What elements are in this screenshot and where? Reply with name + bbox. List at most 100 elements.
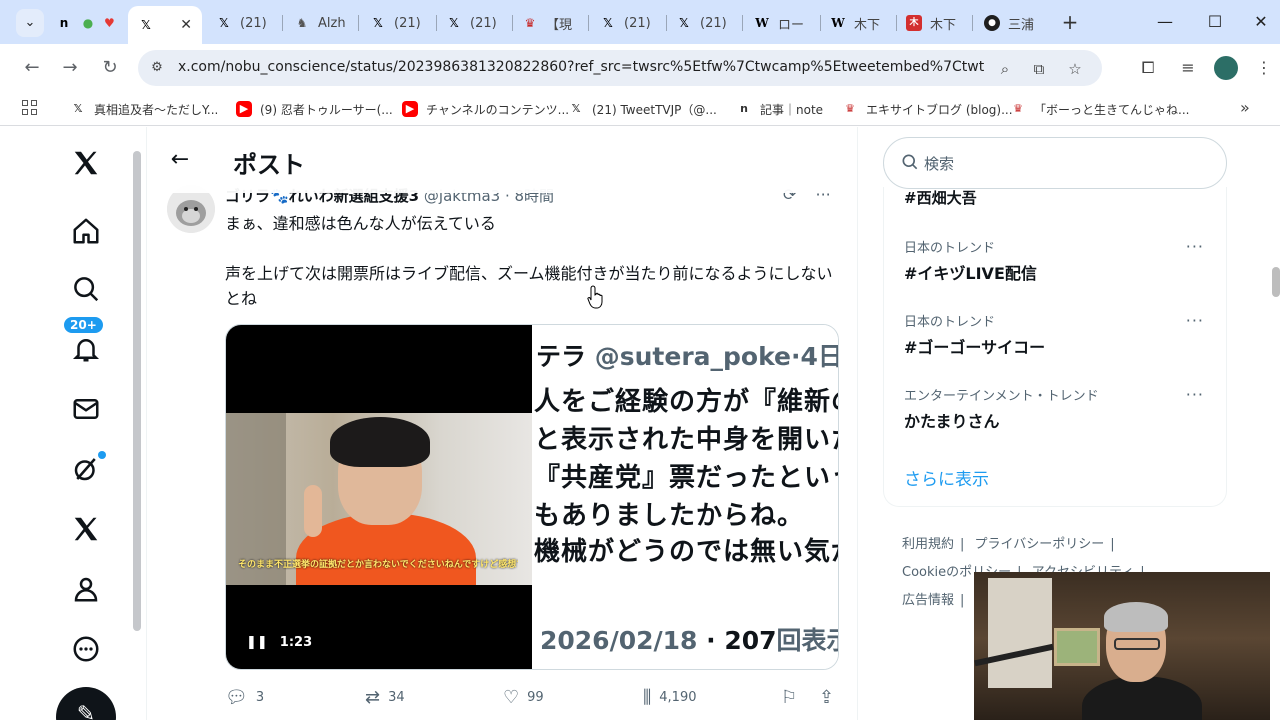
home-icon[interactable]	[56, 205, 116, 257]
search-box[interactable]: 検索	[883, 137, 1227, 189]
close-tab-icon[interactable]: ✕	[180, 17, 192, 33]
tab-label: 木下	[930, 17, 957, 33]
bookmark-item[interactable]: n 記事｜note	[736, 100, 823, 118]
maximize-button[interactable]: ☐	[1200, 9, 1230, 35]
tab-x-5[interactable]: 𝕏 (21)	[446, 8, 506, 38]
explore-search-icon[interactable]	[56, 263, 116, 315]
bookmark-item[interactable]: 𝕏 真相追及者〜ただしY...	[70, 100, 219, 118]
terms-link[interactable]: 利用規約	[902, 537, 954, 552]
left-scrollbar[interactable]	[132, 135, 142, 720]
right-scrollbar-thumb[interactable]	[1272, 267, 1280, 297]
note-icon: n	[740, 102, 748, 115]
reply-button[interactable]: 💬︎ 3	[225, 687, 264, 708]
tab-wikipedia-2[interactable]: W 木下	[830, 8, 890, 38]
scrollbar-thumb[interactable]	[133, 151, 141, 631]
tab-x-2[interactable]: 𝕏 (21)	[216, 8, 276, 38]
note-icon: n	[59, 16, 69, 30]
bookmark-item[interactable]: ▶ (9) 忍者トゥルーサー(...	[236, 100, 393, 118]
new-tab-button[interactable]: +	[1058, 10, 1082, 34]
forward-button[interactable]: →	[58, 56, 82, 80]
video-player[interactable]: そのまま不正選挙の証拠だとか言わないでくださいねんですけど感想ですよ ❚❚ 1:…	[226, 325, 532, 669]
tab-alzh[interactable]: ♞ Alzh	[294, 8, 354, 38]
bookmark-star-icon[interactable]: ☆	[1064, 58, 1086, 80]
profile-icon[interactable]	[56, 563, 116, 615]
notifications-bell-icon[interactable]: 20+	[56, 315, 116, 375]
bookmark-item[interactable]: 𝕏 (21) TweetTVJP（@...	[568, 100, 717, 118]
bookmark-label: エキサイトブログ (blog)...	[866, 102, 1013, 117]
privacy-link[interactable]: プライバシーポリシー	[975, 537, 1105, 552]
tab-x-7[interactable]: 𝕏 (21)	[600, 8, 660, 38]
minimize-button[interactable]: —	[1150, 9, 1180, 35]
ads-info-link[interactable]: 広告情報	[902, 593, 954, 608]
site-settings-icon[interactable]: ⚙	[148, 59, 166, 77]
youtube-icon: ▶	[402, 101, 418, 117]
tab-separator	[588, 15, 589, 31]
tweet-text-line1: まぁ、違和感は色んな人が伝えている	[225, 214, 496, 233]
bookmark-item[interactable]: ▶ チャンネルのコンテンツ...	[402, 100, 569, 118]
repost-count: 34	[388, 690, 405, 705]
webcam-glasses	[1114, 638, 1160, 650]
grok-icon[interactable]	[56, 443, 116, 495]
messages-icon[interactable]	[56, 383, 116, 435]
frog-icon: ●	[82, 16, 94, 30]
quote-separator: ·	[706, 626, 716, 655]
bookmark-button[interactable]: ⚐	[781, 687, 797, 708]
heart-icon: ♡	[503, 687, 520, 708]
bookmark-item[interactable]: ♛ エキサイトブログ (blog)...	[842, 100, 1013, 118]
tweet-text-line2: 声を上げて次は開票所はライブ配信、ズーム機能付きが当たり前になるようにしないとね	[225, 264, 833, 308]
tab-github[interactable]: ● 三浦	[984, 8, 1044, 38]
quote-views: 207	[724, 626, 777, 655]
apps-grid-icon[interactable]	[22, 100, 40, 118]
trend-item[interactable]: エンターテインメント・トレンド かたまりさん ···	[904, 385, 1214, 437]
trend-item[interactable]: 日本のトレンド #イキヅLIVE配信 ···	[904, 237, 1214, 289]
tab-excite[interactable]: ♛ 【現	[522, 8, 582, 38]
reply-count: 3	[255, 690, 265, 705]
footer-separator: |	[960, 537, 965, 552]
media-card[interactable]: そのまま不正選挙の証拠だとか言わないでくださいねんですけど感想ですよ ❚❚ 1:…	[225, 324, 839, 670]
more-options-icon[interactable]	[56, 623, 116, 675]
browser-toolbar: ← → ↻ ⚙ x.com/nobu_conscience/status/202…	[0, 44, 1280, 92]
trend-partial[interactable]: #西畑大吾	[904, 187, 977, 208]
x-icon: 𝕏	[679, 16, 689, 30]
show-more-link[interactable]: さらに表示	[904, 465, 989, 490]
tab-wikipedia-1[interactable]: W ロー	[754, 8, 814, 38]
like-button[interactable]: ♡ 99	[503, 687, 544, 708]
media-control-icon[interactable]: ≡	[1176, 56, 1200, 80]
close-window-button[interactable]: ✕	[1246, 9, 1276, 35]
views-button[interactable]: ⫼ 4,190	[643, 687, 697, 708]
trend-item[interactable]: 日本のトレンド #ゴーゴーサイコー ···	[904, 311, 1214, 363]
profile-avatar[interactable]	[1214, 56, 1238, 80]
premium-x-icon[interactable]	[56, 503, 116, 555]
quote-line: もありましたからね。	[534, 501, 805, 531]
bookmark-item[interactable]: ♛ 「ボーっと生きてんじゃね...	[1010, 100, 1189, 118]
extensions-icon[interactable]: ⧠	[1136, 56, 1160, 80]
more-bookmarks-icon[interactable]: »	[1240, 98, 1250, 117]
x-logo-icon[interactable]	[56, 137, 116, 189]
bookmark-label: (9) 忍者トゥルーサー(...	[260, 102, 393, 117]
repost-button[interactable]: ⇄ 34	[365, 687, 405, 708]
quote-line: 人をご経験の方が『維新の	[534, 387, 839, 417]
notification-badge: 20+	[62, 315, 105, 335]
tab-note[interactable]: n ● ♥	[56, 8, 120, 38]
person-finger	[304, 485, 322, 537]
tab-red-site[interactable]: 木 木下	[906, 8, 966, 38]
footer-separator: |	[1110, 537, 1115, 552]
pause-icon[interactable]: ❚❚	[246, 635, 268, 650]
address-bar[interactable]: ⚙ x.com/nobu_conscience/status/202398638…	[138, 50, 1102, 86]
zoom-icon[interactable]: ⌕	[994, 58, 1016, 80]
quote-handle: @sutera_poke	[594, 342, 791, 371]
trend-name: かたまりさん	[904, 412, 1000, 431]
install-app-icon[interactable]: ⧉	[1028, 58, 1050, 80]
share-button[interactable]: ⇪	[819, 687, 834, 708]
back-button[interactable]: ←	[20, 56, 44, 80]
tab-search-chevron-icon[interactable]: ⌄	[16, 9, 44, 37]
tab-x-4[interactable]: 𝕏 (21)	[370, 8, 430, 38]
trend-more-icon[interactable]: ···	[1186, 311, 1204, 330]
reload-button[interactable]: ↻	[98, 56, 122, 80]
browser-menu-icon[interactable]: ⋮	[1252, 56, 1276, 80]
trend-more-icon[interactable]: ···	[1186, 385, 1204, 404]
back-arrow-icon[interactable]: ←	[165, 145, 195, 175]
trend-more-icon[interactable]: ···	[1186, 237, 1204, 256]
tab-x-active[interactable]: 𝕏 ✕	[128, 6, 202, 44]
tab-x-8[interactable]: 𝕏 (21)	[676, 8, 736, 38]
